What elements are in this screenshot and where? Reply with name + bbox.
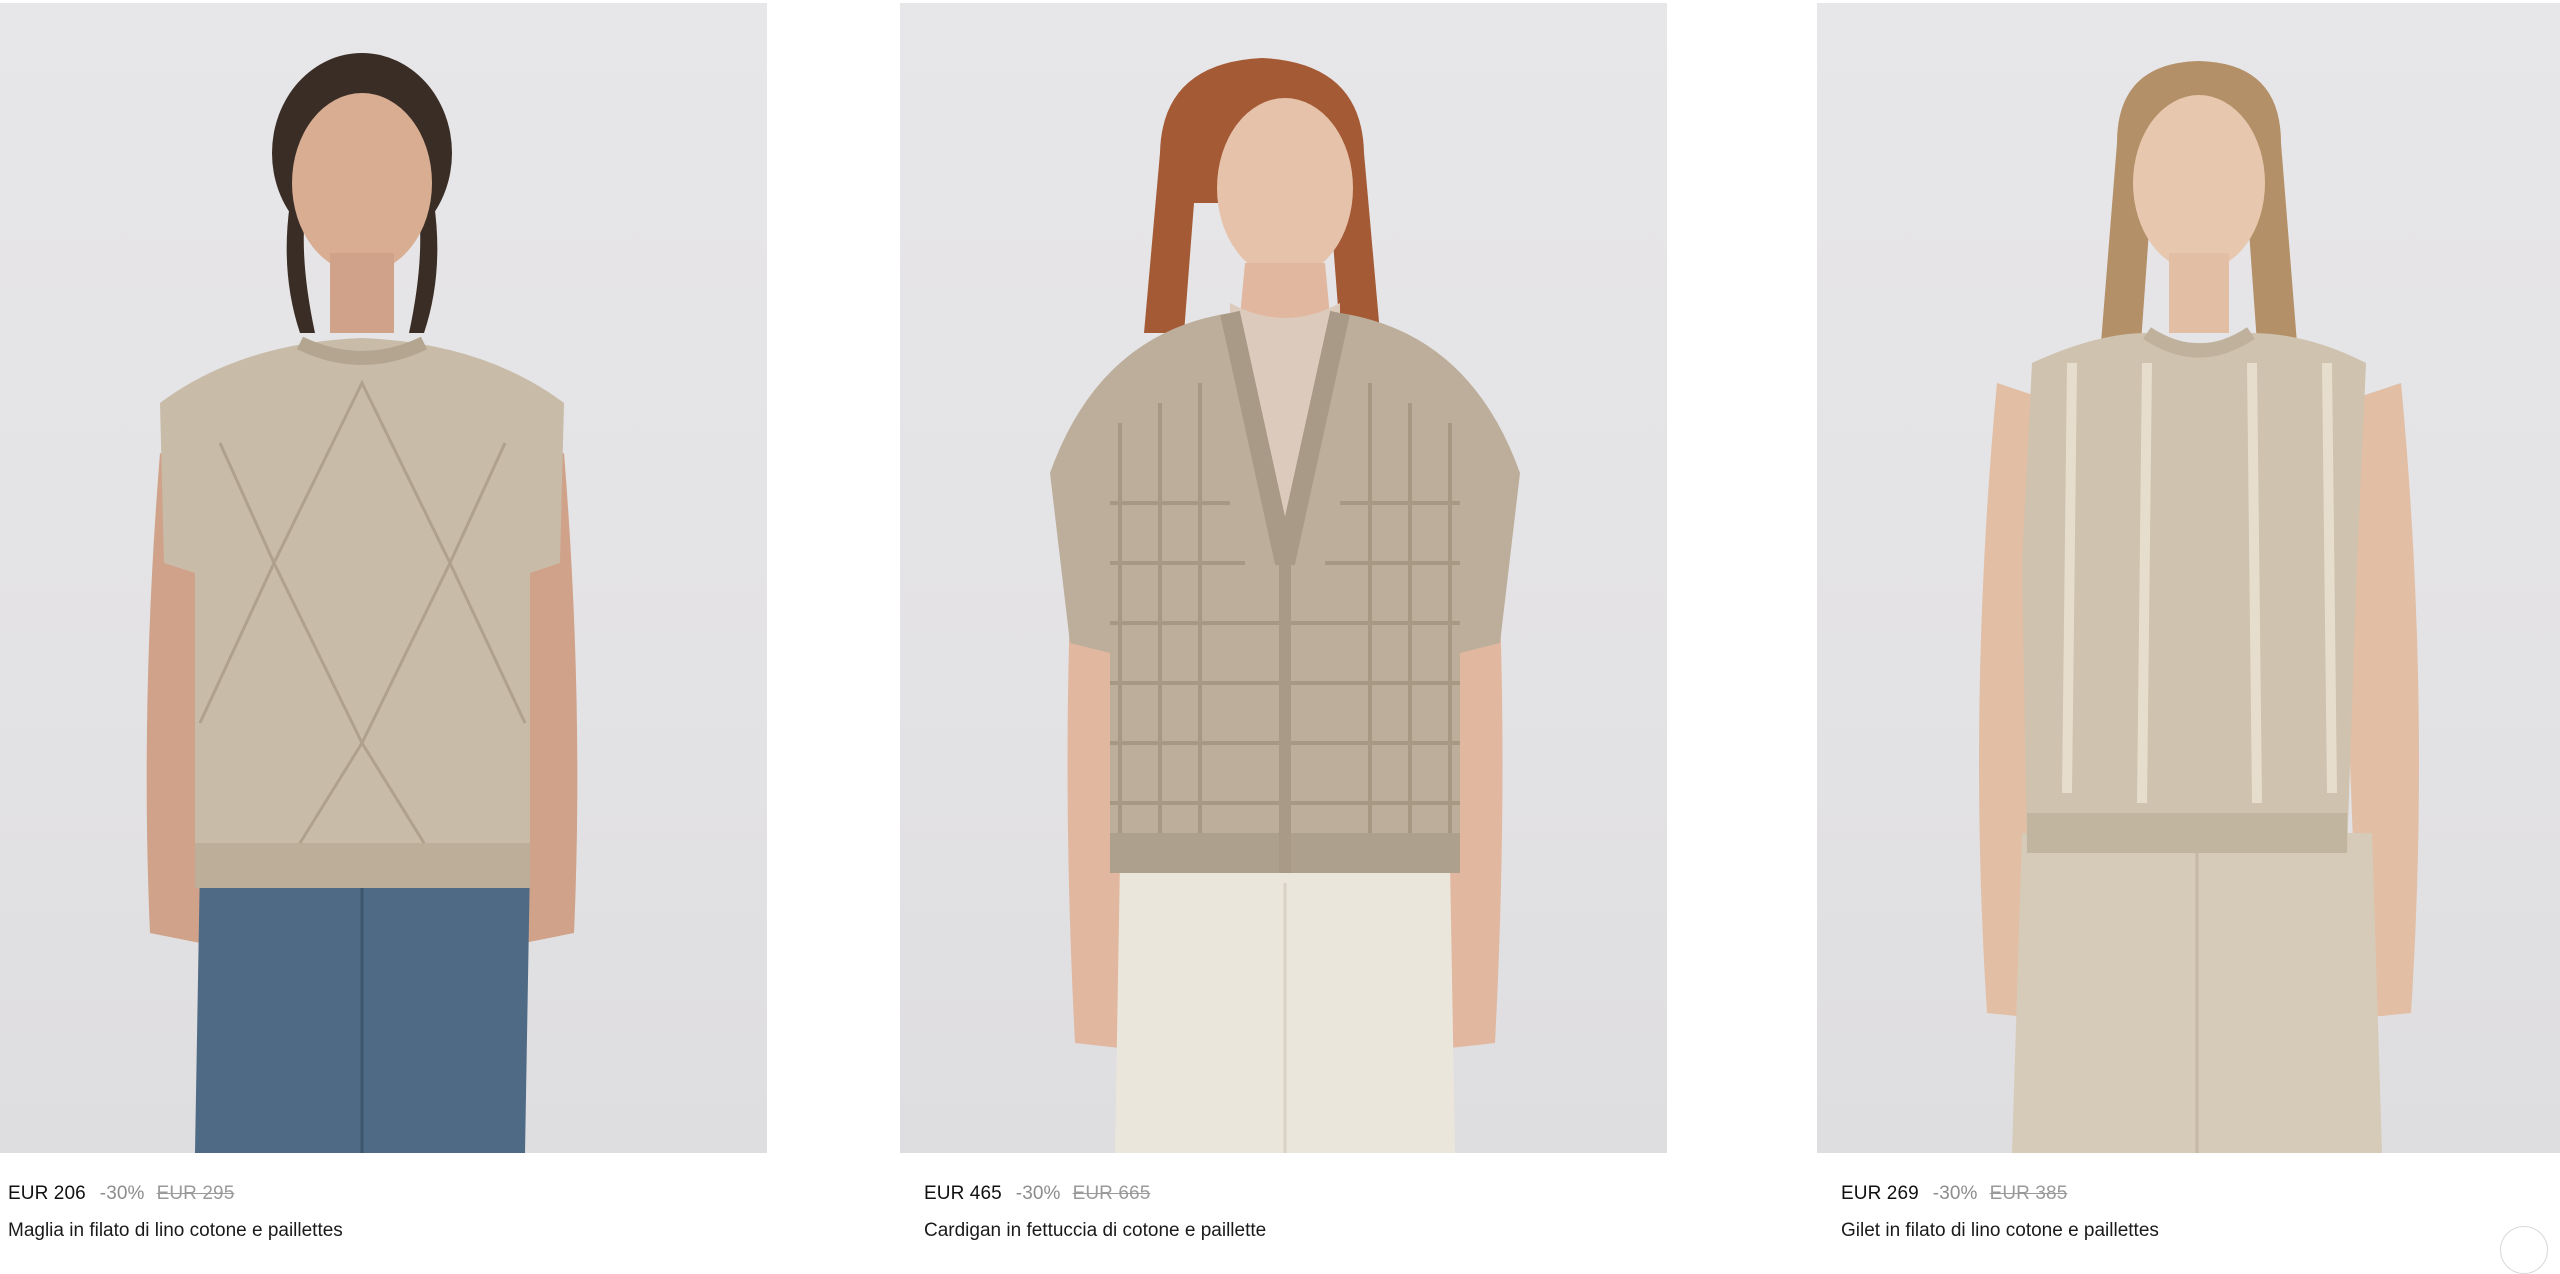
- floating-action-button[interactable]: [2500, 1226, 2548, 1274]
- product-photo-illustration: [146, 53, 578, 1153]
- product-card[interactable]: EUR 206 -30% EUR 295 Maglia in filato di…: [0, 3, 767, 1242]
- product-image[interactable]: [900, 3, 1667, 1153]
- product-grid: EUR 206 -30% EUR 295 Maglia in filato di…: [0, 0, 2560, 1247]
- product-name-link[interactable]: Gilet in filato di lino cotone e paillet…: [1841, 1220, 2560, 1242]
- product-photo-illustration: [1050, 58, 1520, 1153]
- product-card[interactable]: EUR 465 -30% EUR 665 Cardigan in fettucc…: [900, 3, 1667, 1242]
- product-name-link[interactable]: Cardigan in fettuccia di cotone e paille…: [924, 1220, 1667, 1242]
- price-row: EUR 269 -30% EUR 385: [1841, 1180, 2560, 1208]
- discount-badge: -30%: [1015, 1183, 1061, 1204]
- product-card[interactable]: EUR 269 -30% EUR 385 Gilet in filato di …: [1817, 3, 2560, 1242]
- product-image[interactable]: [1817, 3, 2560, 1153]
- price-row: EUR 465 -30% EUR 665: [924, 1180, 1667, 1208]
- original-price: EUR 385: [1989, 1183, 2068, 1204]
- product-meta: EUR 465 -30% EUR 665 Cardigan in fettucc…: [900, 1180, 1667, 1242]
- original-price: EUR 295: [156, 1183, 235, 1204]
- product-image[interactable]: [0, 3, 767, 1153]
- current-price: EUR 465: [924, 1183, 1002, 1204]
- current-price: EUR 206: [8, 1183, 86, 1204]
- price-row: EUR 206 -30% EUR 295: [8, 1180, 767, 1208]
- product-photo-illustration: [1979, 61, 2419, 1153]
- current-price: EUR 269: [1841, 1183, 1919, 1204]
- discount-badge: -30%: [99, 1183, 145, 1204]
- product-name-link[interactable]: Maglia in filato di lino cotone e paille…: [8, 1220, 767, 1242]
- product-meta: EUR 206 -30% EUR 295 Maglia in filato di…: [0, 1180, 767, 1242]
- product-meta: EUR 269 -30% EUR 385 Gilet in filato di …: [1817, 1180, 2560, 1242]
- original-price: EUR 665: [1072, 1183, 1151, 1204]
- discount-badge: -30%: [1932, 1183, 1978, 1204]
